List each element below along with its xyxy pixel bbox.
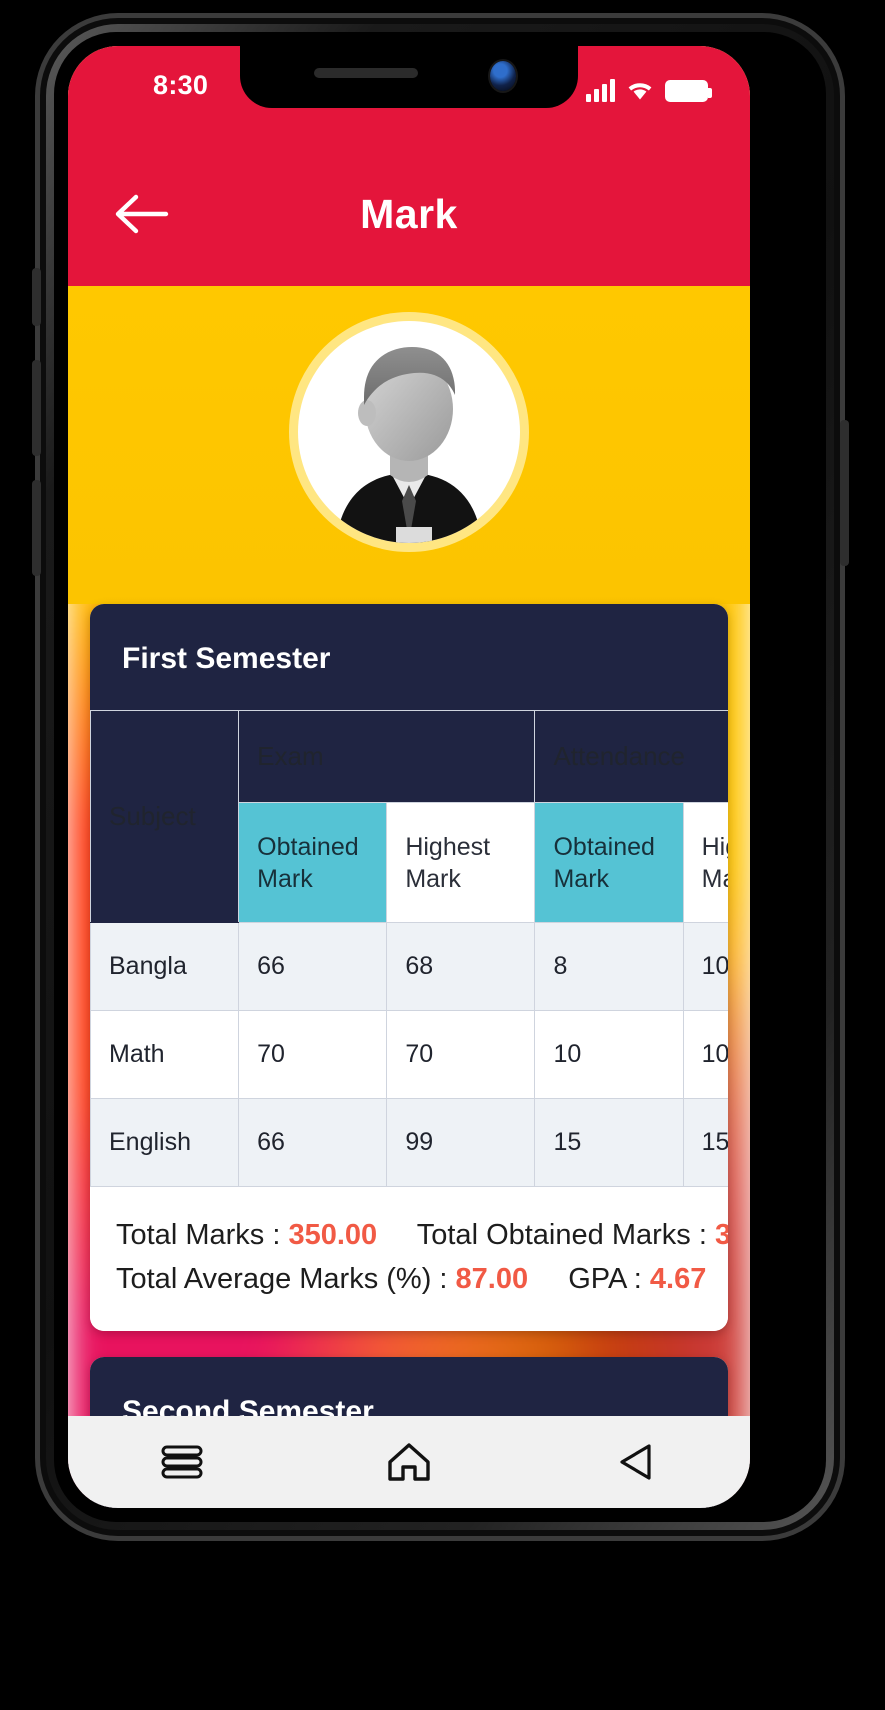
cell-att-highest: 10	[682, 922, 728, 1011]
th-exam-highest: Highest Mark	[386, 802, 536, 923]
semester-card-header: First Semester	[90, 604, 728, 710]
th-group-attendance: Attendance	[534, 710, 728, 803]
th-exam-obtained: Obtained Mark	[238, 802, 388, 923]
th-att-highest: Highest Mark	[682, 802, 728, 923]
total-marks-label: Total Marks :	[116, 1219, 281, 1251]
gpa-label: GPA :	[568, 1263, 642, 1296]
total-marks-value: 350.00	[288, 1219, 378, 1251]
semester-totals: Total Marks : 350.00 Total Obtained Mark…	[90, 1187, 728, 1332]
marks-table-scroll[interactable]: Subject Exam Attendance C Obtained Mark …	[90, 710, 728, 1187]
table-group-header-row: Subject Exam Attendance C	[90, 710, 728, 923]
cell-exam-highest: 68	[386, 922, 536, 1011]
phone-screen: 8:30 Mark First Semester Subject Exam At…	[68, 46, 750, 1508]
cell-subject: Bangla	[90, 922, 240, 1011]
th-att-obtained: Obtained Mark	[534, 802, 684, 923]
wifi-icon	[625, 78, 655, 102]
page-title: Mark	[360, 190, 458, 237]
app-bar: Mark	[68, 142, 750, 286]
recents-icon[interactable]	[134, 1431, 230, 1493]
user-avatar-placeholder-icon	[336, 347, 482, 543]
table-row: English 66 99 15 15 15	[90, 1098, 728, 1187]
volume-up-button[interactable]	[32, 360, 41, 456]
total-obtained-value: 305.00	[714, 1219, 728, 1251]
semester-card: First Semester Subject Exam Attendance O…	[90, 604, 728, 1332]
earpiece-speaker	[314, 68, 418, 78]
th-group-exam: Exam	[238, 710, 536, 803]
back-triangle-icon[interactable]	[588, 1431, 684, 1493]
table-row: Bangla 66 68 8 10 10	[90, 922, 728, 1011]
screenshot-root: 8:30 Mark First Semester Subject Exam At…	[0, 0, 885, 1710]
cell-att-obtained: 15	[534, 1098, 684, 1187]
cell-att-obtained: 10	[534, 1010, 684, 1099]
cell-att-obtained: 8	[534, 922, 684, 1011]
status-icons	[586, 72, 712, 102]
signal-icon	[586, 78, 615, 102]
semester-title: First Semester	[122, 642, 331, 675]
cell-exam-highest: 70	[386, 1010, 536, 1099]
avatar-ring	[289, 312, 529, 552]
cell-exam-highest: 99	[386, 1098, 536, 1187]
gpa-value: 4.67	[649, 1263, 707, 1296]
average-value: 87.00	[455, 1263, 529, 1296]
cell-exam-obtained: 70	[238, 1010, 388, 1099]
avatar[interactable]	[298, 321, 520, 543]
arrow-left-icon[interactable]	[112, 189, 170, 239]
cell-subject: Math	[90, 1010, 240, 1099]
marks-table-body: Bangla 66 68 8 10 10 Math 70 70	[90, 922, 728, 1187]
cell-exam-obtained: 66	[238, 1098, 388, 1187]
cell-att-highest: 15	[682, 1098, 728, 1187]
total-obtained-label: Total Obtained Marks :	[416, 1219, 707, 1251]
volume-down-button[interactable]	[32, 480, 41, 576]
android-nav-bar	[68, 1416, 750, 1508]
totals-line-1: Total Marks : 350.00 Total Obtained Mark…	[116, 1213, 728, 1257]
status-time: 8:30	[153, 70, 209, 100]
battery-icon	[665, 80, 712, 102]
table-row: Math 70 70 10 10 10	[90, 1010, 728, 1099]
marks-table: Subject Exam Attendance C Obtained Mark …	[90, 710, 728, 1187]
home-icon[interactable]	[361, 1431, 457, 1493]
th-subject: Subject	[90, 710, 240, 923]
totals-line-2: Total Average Marks (%) : 87.00 GPA : 4.…	[116, 1257, 706, 1301]
power-button[interactable]	[840, 420, 849, 566]
cell-subject: English	[90, 1098, 240, 1187]
silent-switch-button[interactable]	[32, 268, 41, 326]
cell-exam-obtained: 66	[238, 922, 388, 1011]
front-camera	[490, 61, 516, 91]
scroll-content[interactable]: First Semester Subject Exam Attendance O…	[68, 286, 750, 1508]
notch	[240, 46, 578, 108]
average-label: Total Average Marks (%) :	[116, 1263, 448, 1296]
cell-att-highest: 10	[682, 1010, 728, 1099]
profile-band	[68, 286, 750, 604]
